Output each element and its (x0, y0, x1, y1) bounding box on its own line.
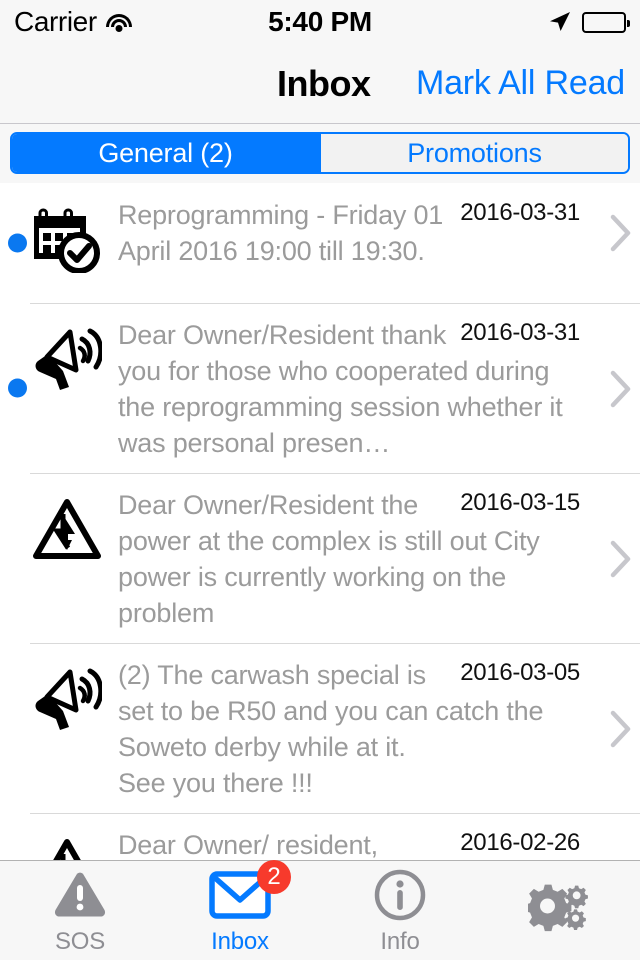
chevron-right-icon[interactable] (610, 214, 632, 252)
message-row[interactable]: 2016-03-15 Dear Owner/Resident the power… (0, 473, 640, 643)
message-date: 2016-03-05 (460, 659, 580, 686)
message-row[interactable]: 2016-03-31 Dear Owner/Resident thank you… (0, 303, 640, 473)
message-body: 2016-02-26 Dear Owner/ resident, Please … (118, 827, 640, 860)
unread-dot (8, 378, 27, 398)
tab-label: Inbox (211, 927, 269, 955)
tab-label: Info (380, 927, 420, 955)
tab-settings[interactable] (480, 861, 640, 960)
envelope-icon: 2 (209, 859, 291, 924)
tab-general[interactable]: General (2) (12, 134, 319, 172)
warning-triangle-icon (52, 866, 108, 924)
message-date: 2016-03-15 (460, 489, 580, 516)
electrical-hazard-icon (32, 827, 102, 860)
tab-label: SOS (54, 927, 106, 955)
megaphone-icon (32, 317, 102, 403)
message-body: 2016-03-31 Reprogramming - Friday 01 Apr… (118, 197, 640, 269)
status-bar-right (548, 10, 630, 34)
segmented-control-container: General (2) Promotions (0, 124, 640, 183)
app-root: Carrier 5:40 PM Inbox Mark All Read Gene… (0, 0, 640, 960)
mark-all-read-button[interactable]: Mark All Read (416, 64, 625, 103)
status-bar-time: 5:40 PM (268, 6, 372, 37)
tab-inbox[interactable]: 2 Inbox (160, 859, 320, 960)
info-circle-icon (373, 866, 427, 924)
message-row[interactable]: 2016-02-26 Dear Owner/ resident, Please … (0, 813, 640, 860)
message-body: 2016-03-05 (2) The carwash special is se… (118, 657, 640, 801)
chevron-right-icon[interactable] (610, 540, 632, 578)
message-list[interactable]: 2016-03-31 Reprogramming - Friday 01 Apr… (0, 183, 640, 860)
tab-bar: SOS 2 Inbox Info (0, 859, 640, 960)
chevron-right-icon[interactable] (610, 710, 632, 748)
electrical-hazard-icon (32, 487, 102, 573)
status-bar: Carrier 5:40 PM (0, 0, 640, 44)
unread-dot (8, 233, 27, 253)
tab-info[interactable]: Info (320, 861, 480, 960)
tab-promotions[interactable]: Promotions (319, 134, 628, 172)
navigation-bar: Inbox Mark All Read (0, 44, 640, 124)
inbox-badge: 2 (257, 859, 291, 894)
message-row[interactable]: 2016-03-31 Reprogramming - Friday 01 Apr… (0, 183, 640, 303)
page-title: Inbox (277, 62, 371, 104)
tab-sos[interactable]: SOS (0, 861, 160, 960)
gears-icon (528, 880, 592, 938)
battery-full-icon (582, 11, 630, 33)
message-date: 2016-03-31 (460, 199, 580, 226)
message-row[interactable]: 2016-03-05 (2) The carwash special is se… (0, 643, 640, 813)
calendar-check-icon (32, 197, 102, 283)
message-date: 2016-03-31 (460, 319, 580, 346)
message-date: 2016-02-26 (460, 829, 580, 856)
location-arrow-icon (548, 10, 572, 34)
message-body: 2016-03-31 Dear Owner/Resident thank you… (118, 317, 640, 461)
megaphone-icon (32, 657, 102, 743)
message-body: 2016-03-15 Dear Owner/Resident the power… (118, 487, 640, 631)
segmented-control[interactable]: General (2) Promotions (10, 132, 630, 174)
chevron-right-icon[interactable] (610, 370, 632, 408)
